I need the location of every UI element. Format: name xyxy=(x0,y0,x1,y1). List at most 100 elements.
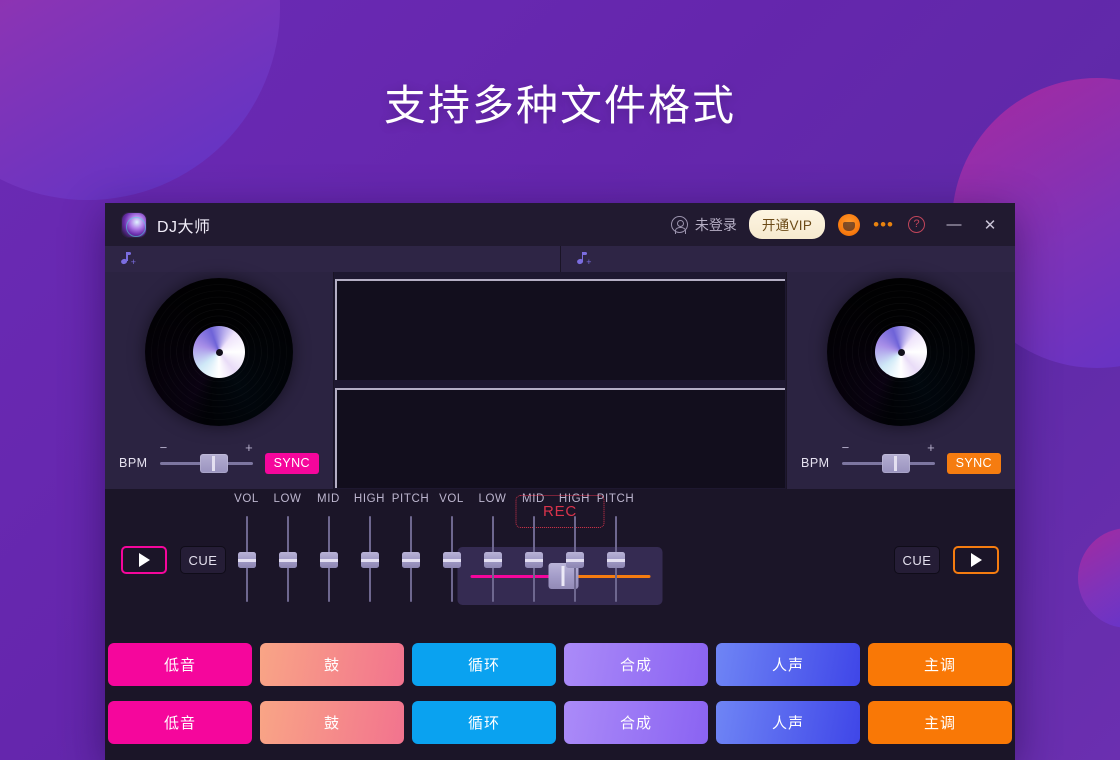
fader-col-left-mid: MID xyxy=(308,493,349,602)
app-titlebar: DJ大师 未登录 开通VIP ••• ? — ✕ xyxy=(105,203,1015,246)
bpm-knob-right[interactable] xyxy=(881,454,910,473)
pad-row1-3[interactable]: 循环 xyxy=(412,643,556,686)
transport-left: CUE xyxy=(105,489,226,574)
bpm-label-right: BPM xyxy=(801,456,830,470)
fader-right-mid[interactable] xyxy=(524,516,543,602)
cue-button-right[interactable]: CUE xyxy=(894,546,940,574)
bpm-slider-right[interactable]: − + xyxy=(841,441,935,475)
fader-left-vol[interactable] xyxy=(237,516,256,602)
turntable-left[interactable] xyxy=(105,272,333,432)
minimize-glyph: — xyxy=(946,216,962,233)
dj-app-window: DJ大师 未登录 开通VIP ••• ? — ✕ + + BPM − + SYN… xyxy=(105,203,1015,760)
dj-disc-logo-icon xyxy=(121,211,147,238)
play-triangle-icon xyxy=(970,553,982,567)
track-load-row: + + xyxy=(105,246,1015,272)
fader-col-left-low: LOW xyxy=(267,493,308,602)
pad-row2-6[interactable]: 主调 xyxy=(868,701,1012,744)
question-circle-icon[interactable]: ? xyxy=(908,216,925,233)
fader-knob[interactable] xyxy=(524,552,543,568)
bpm-plus-left[interactable]: + xyxy=(245,441,253,454)
fader-label-left-high: HIGH xyxy=(353,493,386,505)
account-label: 未登录 xyxy=(694,216,737,233)
close-icon[interactable]: ✕ xyxy=(979,216,1001,234)
play-button-right[interactable] xyxy=(953,546,999,574)
background-circle-bottom-right xyxy=(1078,528,1120,628)
vinyl-record-icon xyxy=(145,278,293,426)
fader-left-mid[interactable] xyxy=(319,516,338,602)
fader-knob[interactable] xyxy=(565,552,584,568)
fader-right-vol[interactable] xyxy=(442,516,461,602)
bpm-label-left: BPM xyxy=(119,456,148,470)
fader-col-left-pitch: PITCH xyxy=(390,493,431,602)
pad-row2-4[interactable]: 合成 xyxy=(564,701,708,744)
fader-knob[interactable] xyxy=(278,552,297,568)
fader-knob[interactable] xyxy=(237,552,256,568)
pad-row2-3[interactable]: 循环 xyxy=(412,701,556,744)
mixer-section: CUE VOL LOW MID HIGH PITCH REC VOL LOW MID HIGH… xyxy=(105,489,1015,634)
minimize-icon[interactable]: — xyxy=(943,216,965,233)
fader-label-left-low: LOW xyxy=(273,493,302,505)
play-button-left[interactable] xyxy=(121,546,167,574)
fader-knob[interactable] xyxy=(606,552,625,568)
deck-right: BPM − + SYNC xyxy=(787,272,1015,489)
fader-knob[interactable] xyxy=(442,552,461,568)
sync-button-left[interactable]: SYNC xyxy=(264,452,319,474)
turntable-right[interactable] xyxy=(787,272,1015,432)
bpm-row-left: BPM − + SYNC xyxy=(105,441,333,475)
vinyl-record-icon xyxy=(827,278,975,426)
titlebar-right-controls: 未登录 开通VIP ••• ? — ✕ xyxy=(670,210,1001,239)
pad-row1-1[interactable]: 低音 xyxy=(108,643,252,686)
bpm-row-right: BPM − + SYNC xyxy=(787,441,1015,475)
more-dots-icon[interactable]: ••• xyxy=(873,216,894,233)
deck-area: BPM − + SYNC BPM − + SYNC xyxy=(105,272,1015,489)
fader-knob[interactable] xyxy=(483,552,502,568)
music-note-plus-icon: + xyxy=(119,251,136,267)
music-note-plus-icon: + xyxy=(575,251,592,267)
pad-row2-1[interactable]: 低音 xyxy=(108,701,252,744)
fader-col-left-vol: VOL xyxy=(226,493,267,602)
pad-row-top: 低音鼓循环 合成 人声 主调 xyxy=(105,643,1015,686)
fader-col-left-high: HIGH xyxy=(349,493,390,602)
fader-label-left-mid: MID xyxy=(317,493,340,505)
fader-knob[interactable] xyxy=(319,552,338,568)
fader-right-high[interactable] xyxy=(565,516,584,602)
fader-left-low[interactable] xyxy=(278,516,297,602)
account-button[interactable]: 未登录 xyxy=(670,215,737,235)
transport-right: CUE xyxy=(894,489,1015,574)
open-vip-button[interactable]: 开通VIP xyxy=(748,210,826,239)
bpm-minus-left[interactable]: − xyxy=(160,441,168,454)
fader-knob[interactable] xyxy=(360,552,379,568)
waveform-display-bottom[interactable] xyxy=(335,387,785,488)
fader-bank-left: VOL LOW MID HIGH PITCH xyxy=(226,489,431,602)
load-track-left[interactable]: + xyxy=(105,246,560,272)
pad-row-bottom: 低音鼓循环 合成 人声 主调 xyxy=(105,701,1015,744)
sync-button-right[interactable]: SYNC xyxy=(946,452,1001,474)
bpm-minus-right[interactable]: − xyxy=(842,441,850,454)
pad-row1-6[interactable]: 主调 xyxy=(868,643,1012,686)
waveform-display-top[interactable] xyxy=(335,279,785,380)
bpm-slider-left[interactable]: − + xyxy=(159,441,253,475)
pad-row2-2[interactable]: 鼓 xyxy=(260,701,404,744)
app-title: DJ大师 xyxy=(157,218,211,236)
page-title: 支持多种文件格式 xyxy=(383,82,736,129)
fader-label-left-vol: VOL xyxy=(234,493,259,505)
pad-row1-2[interactable]: 鼓 xyxy=(260,643,404,686)
pad-row2-5[interactable]: 人声 xyxy=(716,701,860,744)
deck-left: BPM − + SYNC xyxy=(105,272,333,489)
bpm-knob-left[interactable] xyxy=(199,454,228,473)
fader-knob[interactable] xyxy=(401,552,420,568)
fader-label-left-pitch: PITCH xyxy=(391,493,430,505)
fader-right-pitch[interactable] xyxy=(606,516,625,602)
user-circle-icon xyxy=(670,216,688,234)
load-track-right[interactable]: + xyxy=(559,246,1016,272)
pad-row1-5[interactable]: 人声 xyxy=(716,643,860,686)
play-triangle-icon xyxy=(138,553,150,567)
fader-right-low[interactable] xyxy=(483,516,502,602)
headset-icon[interactable] xyxy=(838,213,861,236)
bpm-plus-right[interactable]: + xyxy=(927,441,935,454)
fader-left-pitch[interactable] xyxy=(401,516,420,602)
cue-button-left[interactable]: CUE xyxy=(180,546,226,574)
waveform-panel xyxy=(334,272,786,489)
fader-left-high[interactable] xyxy=(360,516,379,602)
pad-row1-4[interactable]: 合成 xyxy=(564,643,708,686)
